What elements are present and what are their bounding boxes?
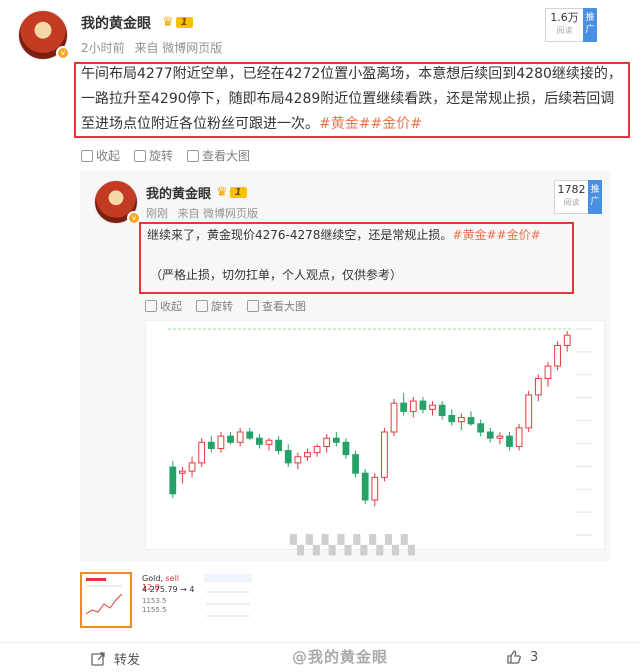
- post-image-actions: 收起 旋转 查看大图: [81, 147, 250, 164]
- candle: [284, 444, 292, 468]
- candle: [554, 341, 561, 371]
- candle: [419, 396, 427, 414]
- weibo-watermark: @我的黄金眼: [292, 648, 389, 666]
- author-name[interactable]: 我的黄金眼: [81, 13, 151, 33]
- thumbnail-chart-3: [204, 574, 252, 617]
- repost-icon: [91, 651, 105, 666]
- like-icon: [507, 650, 521, 664]
- post-tags[interactable]: #黄金##金价#: [319, 116, 422, 132]
- candle: [188, 456, 196, 478]
- quoted-view-large-button[interactable]: 查看大图: [247, 298, 306, 314]
- candle: [313, 444, 321, 457]
- quoted-collapse-button[interactable]: 收起: [145, 298, 182, 314]
- quoted-meta: 刚刚 来自 微博网页版: [146, 205, 264, 221]
- rotate-button[interactable]: 旋转: [134, 147, 173, 164]
- candle: [477, 419, 485, 437]
- post-source: 来自 微博网页版: [134, 41, 223, 55]
- candle: [525, 390, 533, 432]
- candle: [217, 432, 225, 453]
- quoted-tags[interactable]: #黄金##金价#: [452, 228, 540, 242]
- candle: [544, 361, 552, 387]
- candle: [371, 473, 379, 507]
- candle: [563, 331, 571, 352]
- repost-button[interactable]: 转发: [90, 649, 140, 668]
- quoted-rotate-button[interactable]: 旋转: [196, 298, 233, 314]
- post-text: 午间布局4277附近空单，已经在4272位置小盈离场，本意想后续回到4280继续…: [81, 66, 622, 132]
- candle: [207, 436, 215, 453]
- crown-icon: ♛: [162, 14, 174, 30]
- candle: [294, 452, 302, 470]
- gold-chart-image[interactable]: [145, 320, 605, 550]
- thumbnail-chart-1: [85, 578, 123, 615]
- candle: [400, 392, 408, 416]
- candle: [255, 434, 263, 449]
- collapse-button[interactable]: 收起: [81, 147, 120, 164]
- like-button[interactable]: 3: [506, 649, 538, 665]
- candle: [169, 460, 177, 498]
- thumbnail-3[interactable]: [202, 572, 254, 628]
- collapse-icon: [81, 149, 93, 162]
- candle: [323, 434, 331, 453]
- candle: [304, 448, 311, 461]
- quoted-time[interactable]: 刚刚: [146, 207, 168, 220]
- read-count-box: 1.6万 阅读 推广: [545, 8, 597, 42]
- quoted-image-actions: 收起 旋转 查看大图: [145, 298, 306, 314]
- candle: [381, 427, 388, 482]
- candle: [179, 467, 186, 484]
- candle: [429, 401, 436, 416]
- candle: [438, 401, 446, 420]
- candle: [506, 432, 513, 451]
- thumb-line-4: 1155.5: [142, 606, 167, 614]
- candlestick-chart: [168, 328, 592, 536]
- candle: [236, 427, 244, 447]
- rotate-icon: [134, 149, 147, 162]
- thumb-line-3: 1153.5: [142, 597, 167, 605]
- collapse-icon: [145, 300, 157, 312]
- view-large-button[interactable]: 查看大图: [187, 147, 250, 164]
- candle: [227, 432, 234, 445]
- enlarge-icon: [187, 149, 200, 162]
- thumbnail-1[interactable]: [80, 572, 132, 628]
- read-count: 1.6万: [550, 11, 579, 24]
- candle: [198, 438, 206, 468]
- candle: [332, 432, 340, 447]
- promote-button[interactable]: 推广: [583, 8, 597, 42]
- candle: [448, 409, 456, 426]
- candle: [275, 436, 283, 455]
- candle: [467, 411, 475, 426]
- candle: [409, 396, 417, 418]
- candle: [246, 427, 254, 441]
- post-meta: 2小时前 来自 微博网页版: [81, 39, 228, 56]
- quoted-crown-icon: ♛: [216, 184, 228, 200]
- candle: [390, 399, 398, 437]
- candle: [265, 438, 273, 451]
- quoted-note: （严格止损，切勿扛单，个人观点，仅供参考）: [150, 268, 403, 282]
- candle: [342, 438, 350, 459]
- candle: [515, 423, 523, 451]
- post-time[interactable]: 2小时前: [81, 41, 125, 55]
- quoted-author-name[interactable]: 我的黄金眼: [146, 183, 211, 202]
- read-label: 阅读: [556, 26, 573, 35]
- candle: [486, 427, 494, 443]
- candle: [534, 374, 542, 402]
- quoted-level-badge: ♛ 1: [216, 184, 254, 200]
- quoted-read-count: 1782: [557, 183, 586, 196]
- quoted-text: 继续来了，黄金现价4276-4278继续空，还是常规止损。#黄金##金价#: [147, 228, 541, 242]
- thumbnail-2[interactable]: Gold, sell 12.0 4 275.79 → 4 1153.5 1155…: [140, 572, 196, 628]
- image-thumbnails: Gold, sell 12.0 4 275.79 → 4 1153.5 1155…: [80, 572, 380, 630]
- candle: [457, 413, 465, 430]
- quoted-promote-button[interactable]: 推广: [588, 180, 602, 214]
- rotate-icon: [196, 300, 208, 312]
- candle: [496, 432, 504, 445]
- quoted-source: 来自 微博网页版: [177, 207, 259, 220]
- verified-icon: v: [56, 46, 70, 60]
- enlarge-icon: [247, 300, 259, 312]
- candle: [352, 450, 359, 478]
- candle: [361, 469, 369, 505]
- image-watermark: ▚▚▚▚▚▚▚▚: [290, 535, 417, 556]
- thumb-price: 4 275.79 → 4: [142, 585, 195, 594]
- quoted-read-count-box: 1782 阅读 推广: [554, 180, 602, 214]
- level-badge: ♛ 1: [162, 14, 200, 30]
